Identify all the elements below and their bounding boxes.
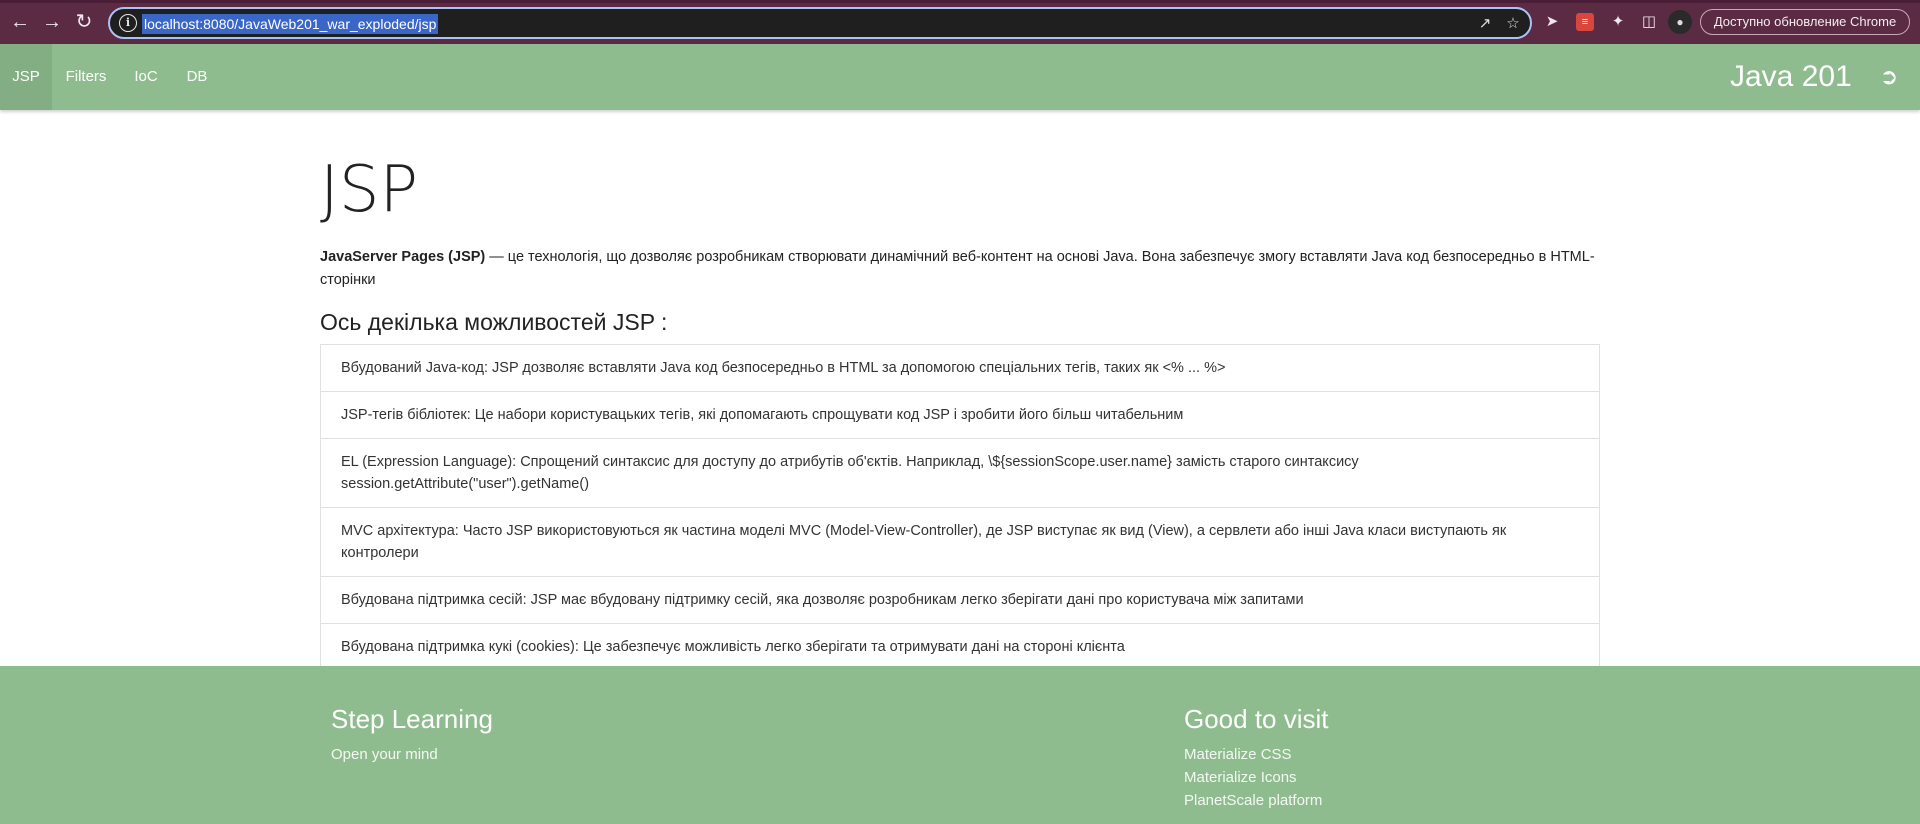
page-title: JSP: [320, 153, 419, 227]
nav-tab-filters[interactable]: Filters: [52, 44, 120, 110]
brand-logo[interactable]: Java 201: [1730, 44, 1852, 110]
address-bar[interactable]: i localhost:8080/JavaWeb201_war_exploded…: [108, 7, 1532, 39]
list-item: MVC архітектура: Часто JSP використовуют…: [321, 508, 1599, 577]
browser-toolbar: ← → ↻ i localhost:8080/JavaWeb201_war_ex…: [0, 0, 1920, 44]
intro-paragraph: JavaServer Pages (JSP) — це технологія, …: [320, 246, 1600, 292]
features-heading: Ось декілька можливостей JSP :: [320, 309, 668, 335]
address-bar-url[interactable]: localhost:8080/JavaWeb201_war_exploded/j…: [142, 14, 439, 34]
bookmark-star-icon[interactable]: ☆: [1502, 13, 1524, 35]
reload-icon[interactable]: ↻: [72, 10, 96, 34]
extensions-puzzle-icon[interactable]: ✦: [1607, 11, 1629, 33]
footer-title-right: Good to visit: [1184, 704, 1329, 734]
back-icon[interactable]: ←: [8, 10, 32, 34]
profile-avatar[interactable]: ●: [1668, 10, 1692, 34]
site-info-icon[interactable]: i: [119, 14, 137, 32]
footer-link-materialize-css[interactable]: Materialize CSS: [1184, 744, 1292, 766]
footer-link-planetscale[interactable]: PlanetScale platform: [1184, 790, 1322, 812]
list-item: Вбудована підтримка сесій: JSP має вбудо…: [321, 577, 1599, 624]
page-footer: Step Learning Open your mind Good to vis…: [0, 666, 1920, 824]
forward-icon[interactable]: →: [40, 10, 64, 34]
share-icon[interactable]: ↗: [1474, 13, 1496, 35]
login-icon[interactable]: ➲: [1877, 65, 1901, 89]
nav-tab-ioc[interactable]: IoC: [120, 44, 172, 110]
top-navbar: JSP Filters IoC DB Java 201 ➲: [0, 44, 1920, 110]
list-item: EL (Expression Language): Спрощений синт…: [321, 439, 1599, 508]
footer-tagline: Open your mind: [331, 746, 438, 763]
nav-tab-db[interactable]: DB: [172, 44, 222, 110]
list-item: Вбудована підтримка кукі (cookies): Це з…: [341, 639, 1125, 655]
footer-title-left: Step Learning: [331, 704, 493, 734]
tab-strip-edge: [0, 0, 1920, 3]
todoist-extension-icon[interactable]: ≡: [1576, 13, 1594, 31]
intro-term: JavaServer Pages (JSP): [320, 249, 486, 265]
footer-link-materialize-icons[interactable]: Materialize Icons: [1184, 767, 1297, 789]
cursor-extension-icon[interactable]: ➤: [1541, 11, 1563, 33]
chrome-update-button[interactable]: Доступно обновление Chrome: [1700, 9, 1910, 35]
features-list: Вбудований Java-код: JSP дозволяє вставл…: [320, 344, 1600, 671]
list-item: JSP-тегів бібліотек: Це набори користува…: [321, 392, 1599, 439]
side-panel-icon[interactable]: ◫: [1638, 11, 1660, 33]
list-item: Вбудований Java-код: JSP дозволяє вставл…: [321, 345, 1599, 392]
nav-tab-jsp[interactable]: JSP: [0, 44, 52, 110]
intro-text: — це технологія, що дозволяє розробникам…: [320, 249, 1595, 288]
